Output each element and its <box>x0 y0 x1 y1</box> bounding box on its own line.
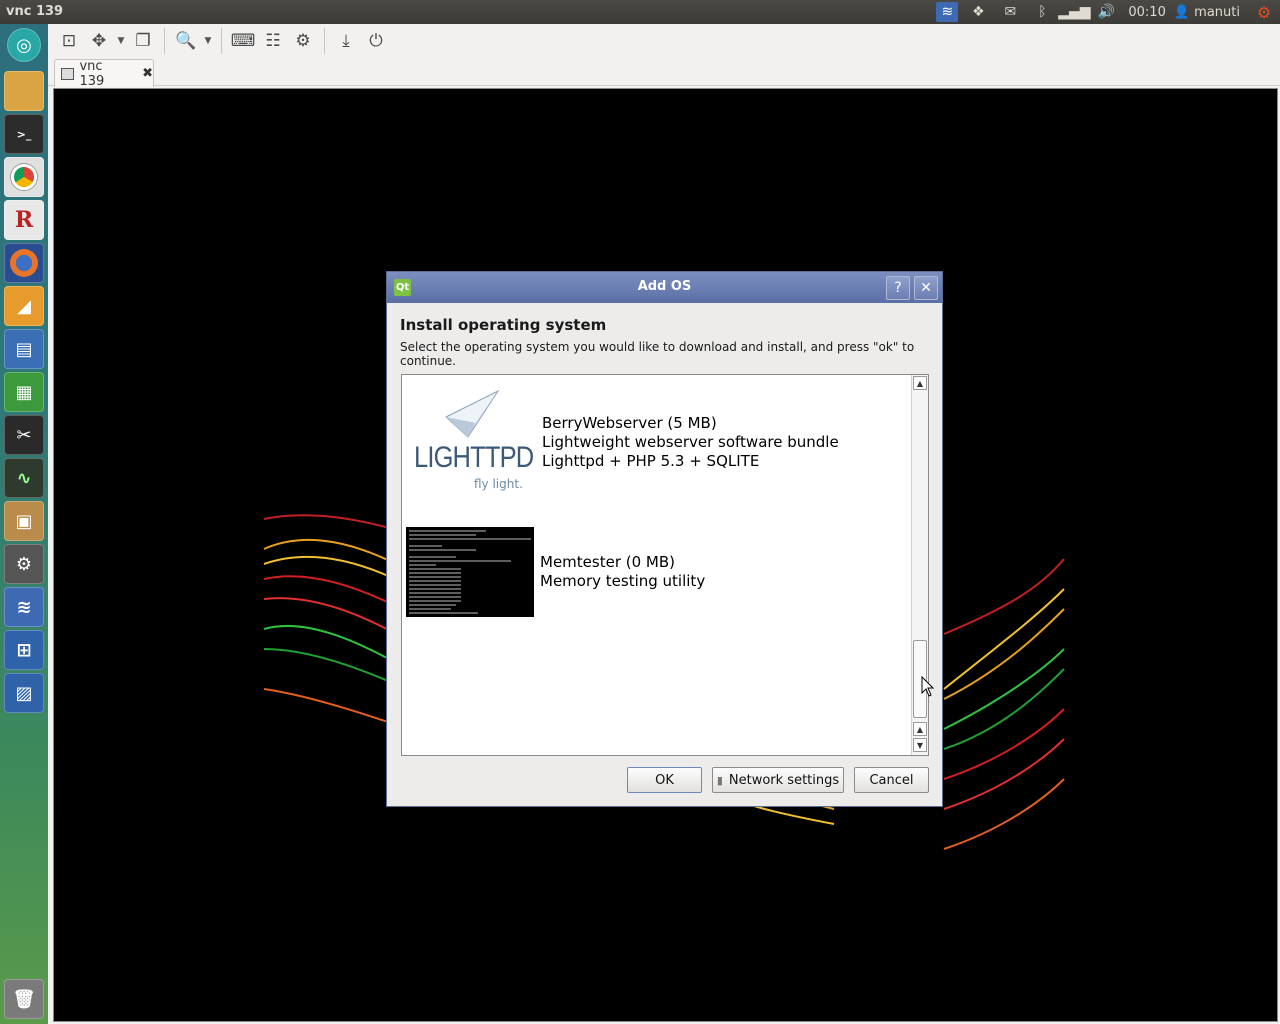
network-settings-button[interactable]: ▮ Network settings <box>712 767 844 793</box>
workspace-switcher-icon[interactable]: ⊞ <box>4 630 44 670</box>
separator <box>164 28 165 54</box>
tab-label: vnc 139 <box>79 58 105 89</box>
remote-desktop-icon[interactable]: ▨ <box>4 673 44 713</box>
video-editor-icon[interactable]: ✂ <box>4 415 44 455</box>
window-title: vnc 139 <box>6 4 64 19</box>
dialog-heading: Install operating system <box>400 316 607 334</box>
terminal-icon[interactable]: >_ <box>4 114 44 154</box>
help-button[interactable]: ? <box>886 276 910 300</box>
disconnect-icon[interactable]: ⏻ <box>361 27 391 55</box>
user-menu[interactable]: 👤 manuti <box>1172 0 1248 24</box>
writer-icon[interactable]: ▤ <box>4 329 44 369</box>
volume-icon[interactable]: 🔊 <box>1090 0 1122 24</box>
scale-dropdown-icon[interactable]: ▼ <box>114 36 128 46</box>
mouse-cursor-icon <box>921 676 935 697</box>
indicator-area: ≋ ❖ ✉ ᛒ ▂▄▆ 🔊 00:10 👤 manuti ⚙ <box>932 0 1280 24</box>
files-icon[interactable] <box>4 71 44 111</box>
screen-icon <box>61 67 75 80</box>
network-settings-icon: ▮ <box>716 773 723 787</box>
lighttpd-logo-text: LIGHTTPD <box>414 441 534 474</box>
scroll-down-arrow-icon[interactable]: ▼ <box>913 738 927 752</box>
cancel-button[interactable]: Cancel <box>854 767 929 793</box>
firefox-icon[interactable] <box>4 243 44 283</box>
clock[interactable]: 00:10 <box>1122 0 1171 24</box>
list-scrollbar[interactable]: ▲ ▲ ▼ <box>911 375 928 755</box>
zoom-dropdown-icon[interactable]: ▼ <box>201 36 215 46</box>
sublime-icon[interactable]: ◢ <box>4 286 44 326</box>
trash-icon[interactable]: 🗑 <box>4 979 44 1019</box>
scroll-up-arrow-icon[interactable]: ▲ <box>913 376 927 390</box>
ok-button[interactable]: OK <box>627 767 702 793</box>
list-item-memtester[interactable]: Memtester (0 MB) Memory testing utility <box>406 527 906 617</box>
os-item-name: BerryWebserver (5 MB) <box>542 413 717 432</box>
bluetooth-icon[interactable]: ᛒ <box>1026 0 1058 24</box>
toggle-fullscreen-icon[interactable]: ⊡ <box>54 27 84 55</box>
dialog-description: Select the operating system you would li… <box>400 340 915 368</box>
signal-icon[interactable]: ▂▄▆ <box>1058 0 1090 24</box>
os-item-text: Memtester (0 MB) Memory testing utility <box>540 553 705 591</box>
toolbar: ⊡ ✥ ▼ ❐ 🔍 ▼ ⌨ ☷ ⚙ ⤓ ⏻ <box>48 24 1280 58</box>
tab-vnc-139[interactable]: vnc 139 ✖ <box>54 58 154 89</box>
network-indicator-icon[interactable]: ≋ <box>936 2 959 22</box>
dash-home-icon[interactable]: ◎ <box>7 28 41 62</box>
minimize-icon[interactable]: ⤓ <box>331 27 361 55</box>
chrome-icon[interactable] <box>4 157 44 197</box>
os-item-name: Memtester (0 MB) <box>540 553 675 571</box>
preferences-icon[interactable]: ☷ <box>258 27 288 55</box>
dialog-title: Add OS <box>637 279 692 294</box>
list-item-berrywebserver[interactable]: LIGHTTPD fly light. BerryWebserver (5 MB… <box>406 387 906 497</box>
dialog-titlebar[interactable]: Qt Add OS ? ✕ <box>387 272 942 303</box>
scroll-up-arrow-icon[interactable]: ▲ <box>913 722 927 736</box>
calc-icon[interactable]: ▦ <box>4 372 44 412</box>
os-item-details: Lighttpd + PHP 5.3 + SQLITE <box>542 451 760 470</box>
separator <box>324 28 325 54</box>
scale-icon[interactable]: ✥ <box>84 27 114 55</box>
tools-gear-icon[interactable]: ⚙ <box>288 27 318 55</box>
os-list[interactable]: LIGHTTPD fly light. BerryWebserver (5 MB… <box>401 374 929 756</box>
top-panel: vnc 139 ≋ ❖ ✉ ᛒ ▂▄▆ 🔊 00:10 👤 manuti ⚙ <box>0 0 1280 24</box>
mail-icon[interactable]: ✉ <box>994 0 1026 24</box>
user-icon: 👤 <box>1173 4 1195 20</box>
remmina-icon[interactable]: ≋ <box>4 587 44 627</box>
network-settings-label: Network settings <box>728 772 840 788</box>
lighttpd-logo-tagline: fly light. <box>474 477 523 491</box>
lighttpd-logo: LIGHTTPD fly light. <box>406 387 536 497</box>
package-installer-icon[interactable]: ▣ <box>4 501 44 541</box>
os-item-description: Lightweight webserver software bundle <box>542 432 839 451</box>
rstudio-icon[interactable]: R <box>4 200 44 240</box>
zoom-icon[interactable]: 🔍 <box>171 27 201 55</box>
grab-keyboard-icon[interactable]: ⌨ <box>228 27 258 55</box>
settings-icon[interactable]: ⚙ <box>4 544 44 584</box>
launcher: ◎ >_ R ◢ ▤ ▦ ✂ ∿ ▣ ⚙ ≋ ⊞ ▨ 🗑 <box>0 24 48 1024</box>
dropbox-icon[interactable]: ❖ <box>962 0 994 24</box>
tab-close-icon[interactable]: ✖ <box>142 66 153 81</box>
system-monitor-icon[interactable]: ∿ <box>4 458 44 498</box>
add-os-dialog: Qt Add OS ? ✕ Install operating system S… <box>386 271 943 807</box>
separator <box>221 28 222 54</box>
terminal-screenshot-icon <box>409 530 531 614</box>
os-item-text: BerryWebserver (5 MB) Lightweight webser… <box>542 414 839 471</box>
tab-bar: vnc 139 ✖ <box>48 58 1280 89</box>
user-name: manuti <box>1194 4 1240 20</box>
os-item-description: Memory testing utility <box>540 572 706 590</box>
power-icon[interactable]: ⚙ <box>1248 0 1280 24</box>
close-button[interactable]: ✕ <box>914 276 938 300</box>
switch-tab-icon[interactable]: ❐ <box>128 27 158 55</box>
memtester-thumbnail <box>406 527 534 617</box>
